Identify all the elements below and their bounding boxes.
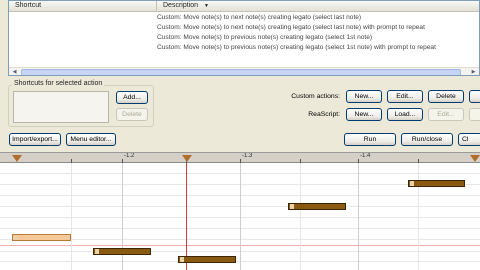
timeline-ruler[interactable]: -1.2 -1.3 -1.4 [0,153,480,163]
column-header-shortcut-label: Shortcut [15,2,42,9]
grid-column-line [240,163,241,270]
midi-note[interactable] [288,203,346,210]
edit-cursor-line [186,163,187,270]
note-velocity-handle [14,235,18,240]
custom-action-edit-button[interactable]: Edit... [387,90,423,103]
midi-note[interactable] [178,256,236,263]
ruler-label: -1.2 [124,153,135,159]
sort-arrow-icon: ▼ [203,3,209,9]
grid-column-line [300,163,301,270]
edit-cursor-marker-icon[interactable] [182,155,192,162]
midi-note[interactable] [93,248,151,255]
scrollbar-thumb[interactable] [21,69,461,75]
midi-note-selected[interactable] [12,234,71,241]
reascript-new-button[interactable]: New... [346,108,382,121]
reascript-edit-button[interactable]: Edit... [428,108,464,121]
shortcut-list[interactable] [13,91,109,123]
ruler-label: -1.3 [242,153,253,159]
ruler-label: -1.4 [360,153,371,159]
grid-column-line [358,163,359,270]
list-item[interactable]: Custom: Move note(s) to next note(s) cre… [157,23,425,33]
midi-editor[interactable]: -1.2 -1.3 -1.4 [0,152,480,270]
note-velocity-handle [180,257,184,262]
shortcuts-group-label: Shortcuts for selected action [12,80,105,87]
column-header-description[interactable]: Description ▼ [157,1,479,12]
note-velocity-handle [290,204,294,209]
custom-action-delete-button[interactable]: Delete [428,90,464,103]
column-header-description-label: Description [163,2,199,9]
loop-end-marker-icon[interactable] [470,155,480,162]
loop-start-marker-icon[interactable] [12,155,22,162]
list-item[interactable]: Custom: Move note(s) to previous note(s)… [157,33,372,43]
action-list[interactable]: Shortcut Description ▼ Custom: Move note… [8,0,480,76]
custom-actions-label: Custom actions: [291,93,340,100]
midi-note[interactable] [408,180,465,187]
list-item[interactable]: Custom: Move note(s) to next note(s) cre… [157,13,361,23]
horizontal-scrollbar[interactable]: ◀ ▶ [9,67,479,75]
grid-column-line [71,163,72,270]
partial-button[interactable] [469,90,480,103]
column-header-shortcut[interactable]: Shortcut [9,1,157,12]
note-velocity-handle [95,249,99,254]
add-shortcut-button[interactable]: Add... [116,91,148,104]
list-item[interactable]: Custom: Move note(s) to previous note(s)… [157,43,436,53]
delete-shortcut-button[interactable]: Delete [116,108,148,121]
run-button[interactable]: Run [344,133,396,146]
import-export-button[interactable]: Import/export... [9,133,61,146]
note-velocity-handle [410,181,414,186]
reascript-load-button[interactable]: Load... [387,108,423,121]
menu-editor-button[interactable]: Menu editor... [66,133,116,146]
scroll-left-icon[interactable]: ◀ [10,69,19,75]
reascript-label: ReaScript: [308,111,340,118]
custom-action-new-button[interactable]: New... [346,90,382,103]
scroll-right-icon[interactable]: ▶ [469,69,478,75]
close-button[interactable]: Cl [458,133,480,146]
run-close-button[interactable]: Run/close [401,133,453,146]
partial-disabled-button[interactable] [469,108,480,121]
